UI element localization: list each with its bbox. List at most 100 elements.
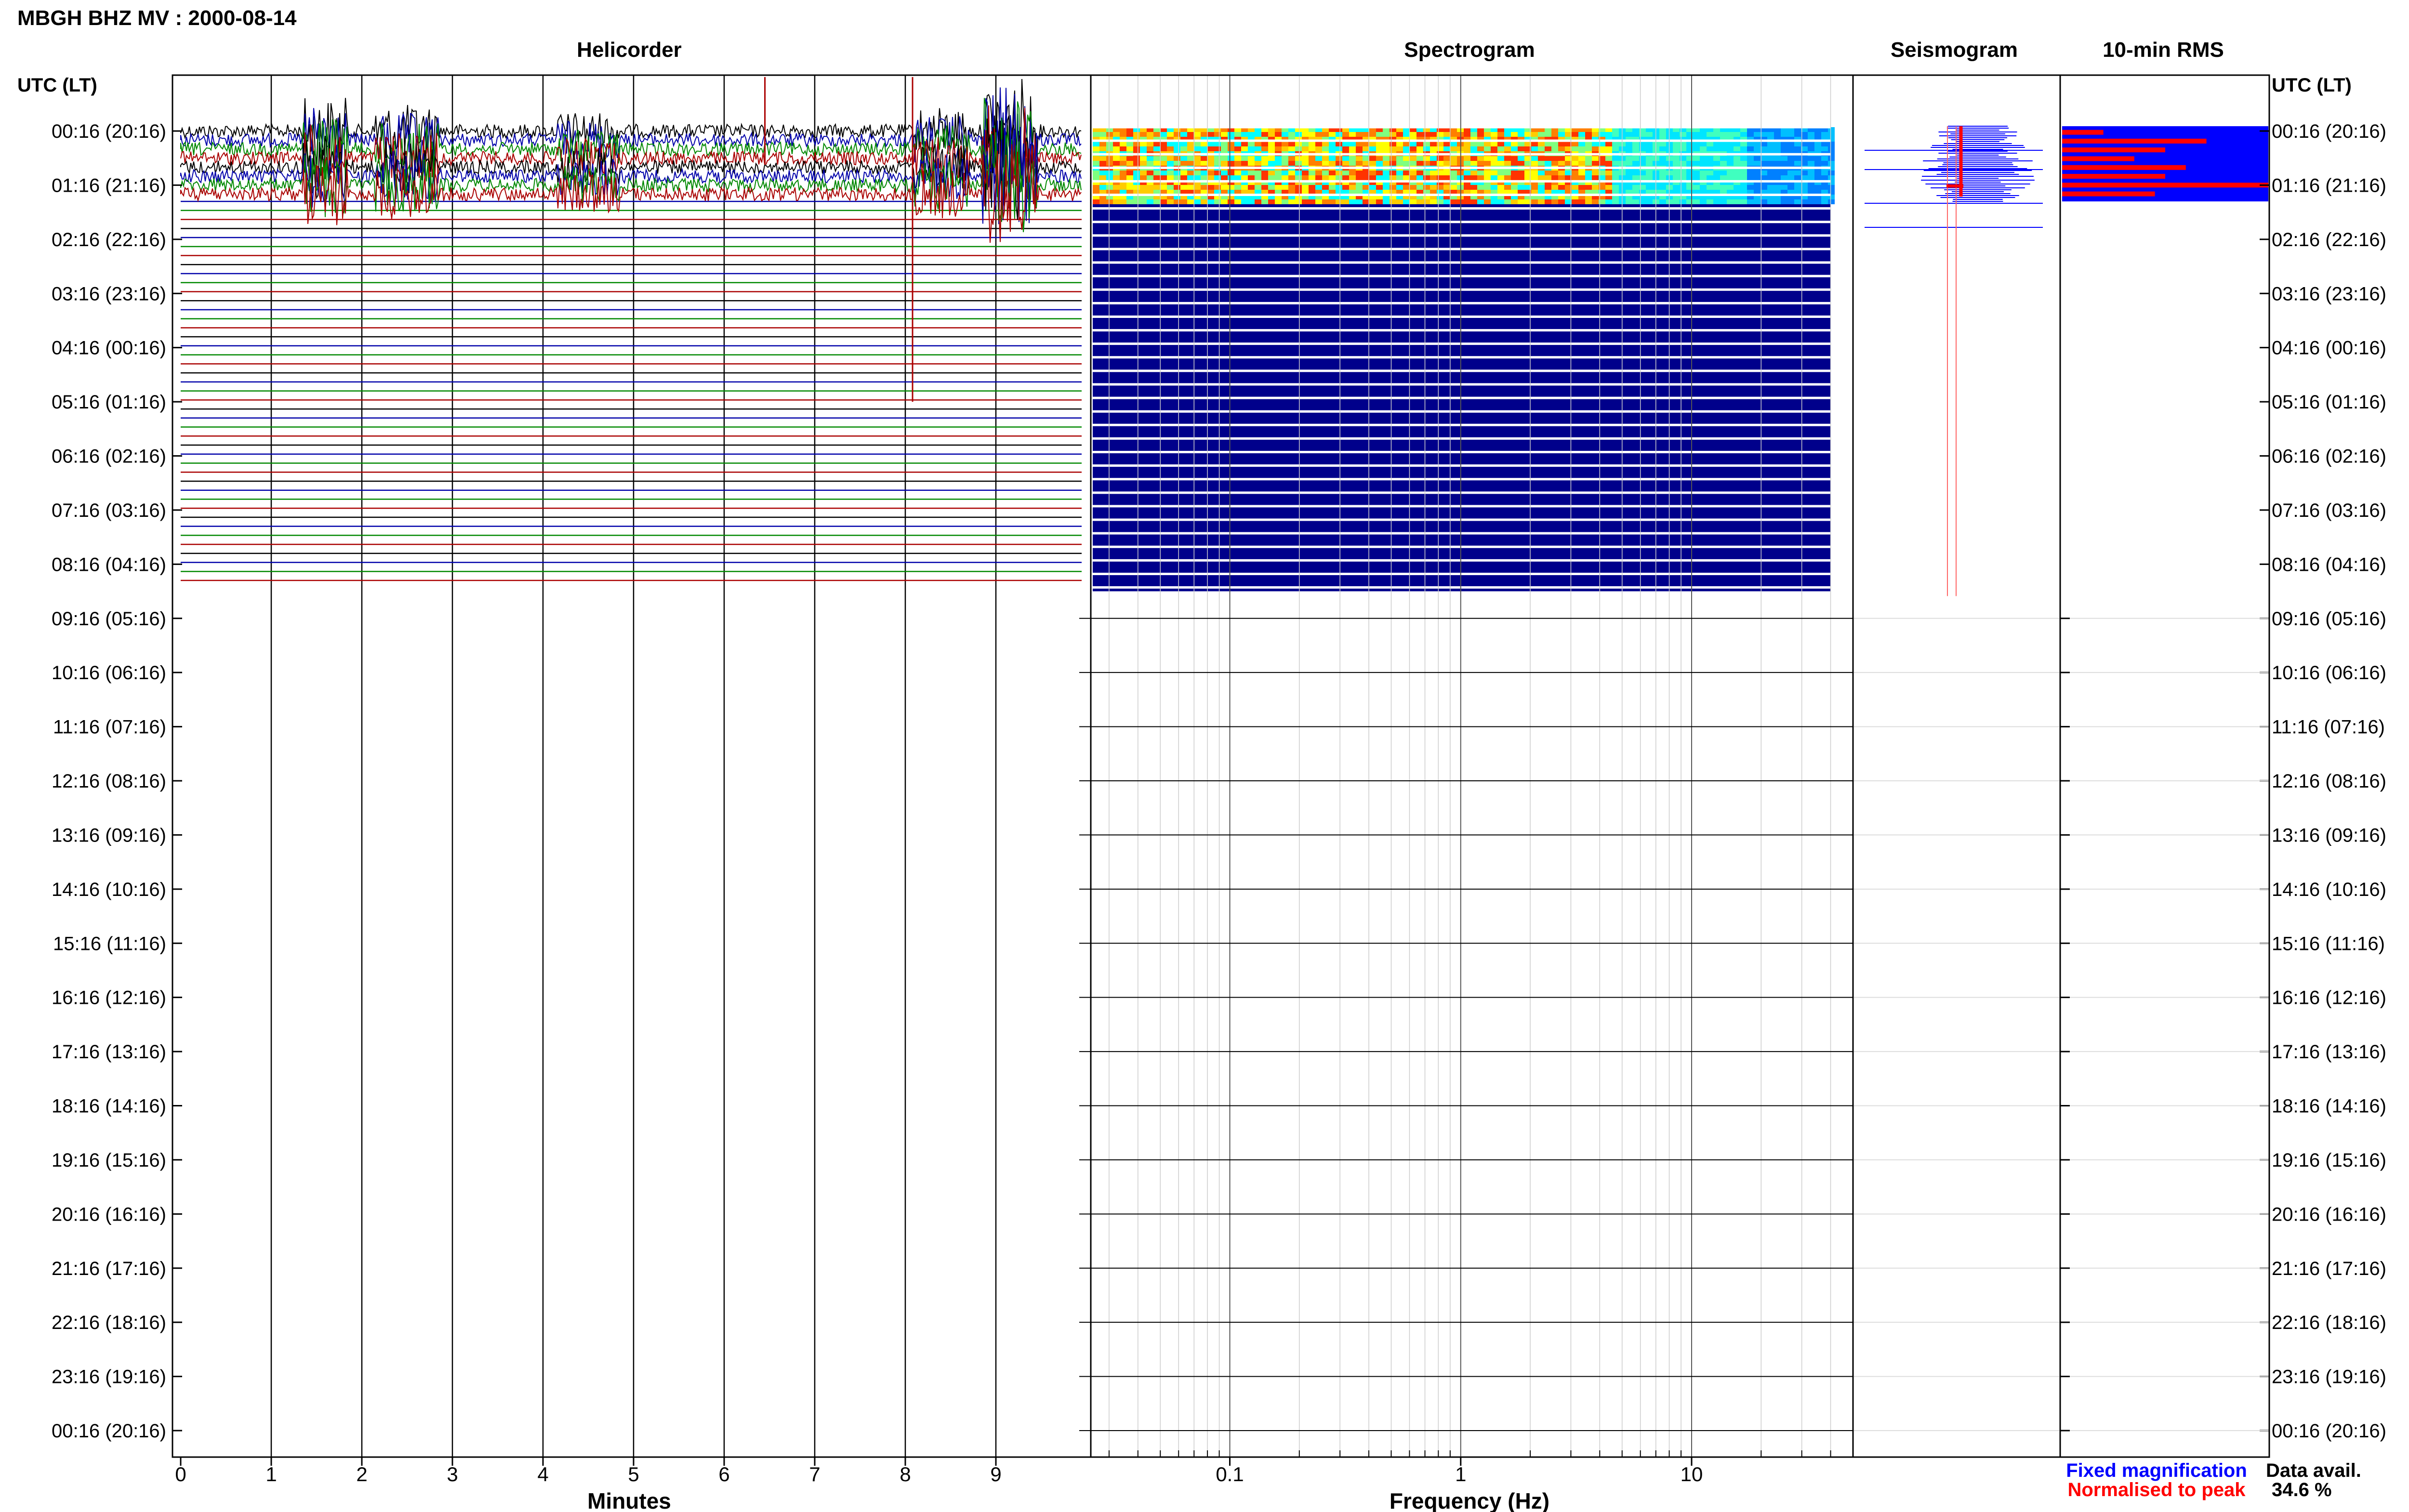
- spectrogram-cell: [1794, 175, 1801, 180]
- spectrogram-cell: [1700, 142, 1707, 146]
- spectrogram-cell: [1680, 142, 1686, 146]
- spectrogram-cell: [1201, 161, 1207, 166]
- spectrogram-cell: [1268, 199, 1275, 204]
- y-tick-label-left: 21:16 (17:16): [52, 1258, 166, 1279]
- spectrogram-cell: [1504, 171, 1511, 175]
- spectrogram-cell: [1288, 199, 1295, 204]
- spectrogram-cell: [1376, 161, 1383, 166]
- spectrogram-cell: [1626, 146, 1632, 151]
- spectrogram-cell: [1336, 156, 1342, 161]
- spectrogram-cell: [1275, 142, 1282, 146]
- spectrogram-cell: [1349, 146, 1356, 151]
- spectrogram-cell: [1511, 199, 1518, 204]
- spectrogram-cell: [1680, 199, 1686, 204]
- spectrogram-cell: [1491, 142, 1497, 146]
- spectrogram-cell: [1680, 171, 1686, 175]
- spectrogram-cell: [1147, 171, 1153, 175]
- spectrogram-cell: [1349, 171, 1356, 175]
- spectrogram-cell: [1578, 171, 1585, 175]
- spectrogram-cell: [1302, 142, 1309, 146]
- spectrogram-cell: [1315, 146, 1322, 151]
- spectrogram-cell: [1126, 185, 1133, 190]
- spectrogram-cell: [1180, 175, 1187, 180]
- spectrogram-cell: [1221, 175, 1228, 180]
- spectrogram-cell: [1760, 175, 1767, 180]
- spectrogram-cell: [1632, 185, 1639, 190]
- spectrogram-cell: [1234, 171, 1241, 175]
- spectrogram-cell: [1693, 132, 1700, 137]
- spectrogram-cell: [1821, 171, 1828, 175]
- spectrogram-cell: [1241, 156, 1248, 161]
- y-tick-label-left: 20:16 (16:16): [52, 1204, 166, 1225]
- spectrogram-cell: [1140, 156, 1147, 161]
- spectrogram-cell: [1416, 199, 1423, 204]
- spectrogram-cell: [1153, 175, 1160, 180]
- spectrogram-cell: [1416, 171, 1423, 175]
- spectrogram-cell: [1187, 146, 1194, 151]
- spectrogram-x-tick-label: 10: [1681, 1463, 1703, 1486]
- spectrogram-cell: [1781, 175, 1787, 180]
- spectrogram-cell: [1248, 142, 1255, 146]
- y-tick-label-left: 18:16 (14:16): [52, 1096, 166, 1117]
- spectrogram-cell: [1707, 156, 1713, 161]
- spectrogram-cell: [1734, 146, 1740, 151]
- y-tick-label-left: 00:16 (20:16): [52, 121, 166, 142]
- spectrogram-cell: [1302, 199, 1309, 204]
- spectrogram-cell: [1659, 199, 1666, 204]
- spectrogram-cell: [1464, 142, 1470, 146]
- spectrogram-cell: [1794, 185, 1801, 190]
- spectrogram-cell: [1551, 185, 1558, 190]
- spectrogram-cell: [1356, 199, 1363, 204]
- spectrogram-cell: [1228, 161, 1234, 166]
- y-tick-label-right: 22:16 (18:16): [2272, 1312, 2386, 1333]
- spectrogram-cell: [1336, 175, 1342, 180]
- spectrogram-cell: [1612, 171, 1619, 175]
- spectrogram-cell: [1754, 199, 1760, 204]
- spectrogram-cell: [1477, 146, 1484, 151]
- spectrogram-cell: [1282, 185, 1288, 190]
- spectrogram-cell: [1538, 185, 1545, 190]
- spectrogram-cell: [1693, 171, 1700, 175]
- spectrogram-cell: [1214, 132, 1221, 137]
- spectrogram-cell: [1099, 175, 1106, 180]
- spectrogram-cell: [1814, 185, 1821, 190]
- y-tick-label-left: 13:16 (09:16): [52, 825, 166, 846]
- spectrogram-cell: [1491, 185, 1497, 190]
- spectrogram-cell: [1470, 175, 1477, 180]
- spectrogram-cell: [1821, 185, 1828, 190]
- spectrogram-cell: [1437, 142, 1443, 146]
- spectrogram-cell: [1295, 132, 1302, 137]
- spectrogram-cell: [1720, 132, 1727, 137]
- spectrogram-cell: [1626, 199, 1632, 204]
- spectrogram-cell: [1578, 175, 1585, 180]
- spectrogram-cell: [1376, 156, 1383, 161]
- spectrogram-cell: [1585, 142, 1592, 146]
- spectrogram-cell: [1484, 175, 1491, 180]
- spectrogram-cell: [1187, 175, 1194, 180]
- spectrogram-cell: [1814, 161, 1821, 166]
- spectrogram-cell: [1106, 146, 1113, 151]
- spectrogram-cell: [1383, 171, 1390, 175]
- spectrogram-cell: [1369, 132, 1376, 137]
- spectrogram-cell: [1126, 146, 1133, 151]
- spectrogram-cell: [1390, 185, 1396, 190]
- rms-normalised-bar: [2062, 191, 2155, 197]
- y-tick-label-right: 15:16 (11:16): [2272, 933, 2385, 954]
- spectrogram-cell: [1234, 175, 1241, 180]
- spectrogram-cell: [1626, 185, 1632, 190]
- spectrogram-cell: [1153, 199, 1160, 204]
- spectrogram-cell: [1545, 156, 1551, 161]
- spectrogram-cell: [1707, 171, 1713, 175]
- helicorder-grid: [180, 75, 997, 1466]
- spectrogram-cell: [1713, 175, 1720, 180]
- spectrogram-cell: [1099, 171, 1106, 175]
- spectrogram-cell: [1336, 161, 1342, 166]
- spectrogram-cell: [1113, 175, 1120, 180]
- spectrogram-cell: [1787, 185, 1794, 190]
- spectrogram-cell: [1605, 199, 1612, 204]
- spectrogram-cell: [1268, 175, 1275, 180]
- spectrogram-cell: [1747, 185, 1754, 190]
- spectrogram-cell: [1403, 142, 1410, 146]
- spectrogram-cell: [1160, 161, 1167, 166]
- spectrogram-cell: [1342, 175, 1349, 180]
